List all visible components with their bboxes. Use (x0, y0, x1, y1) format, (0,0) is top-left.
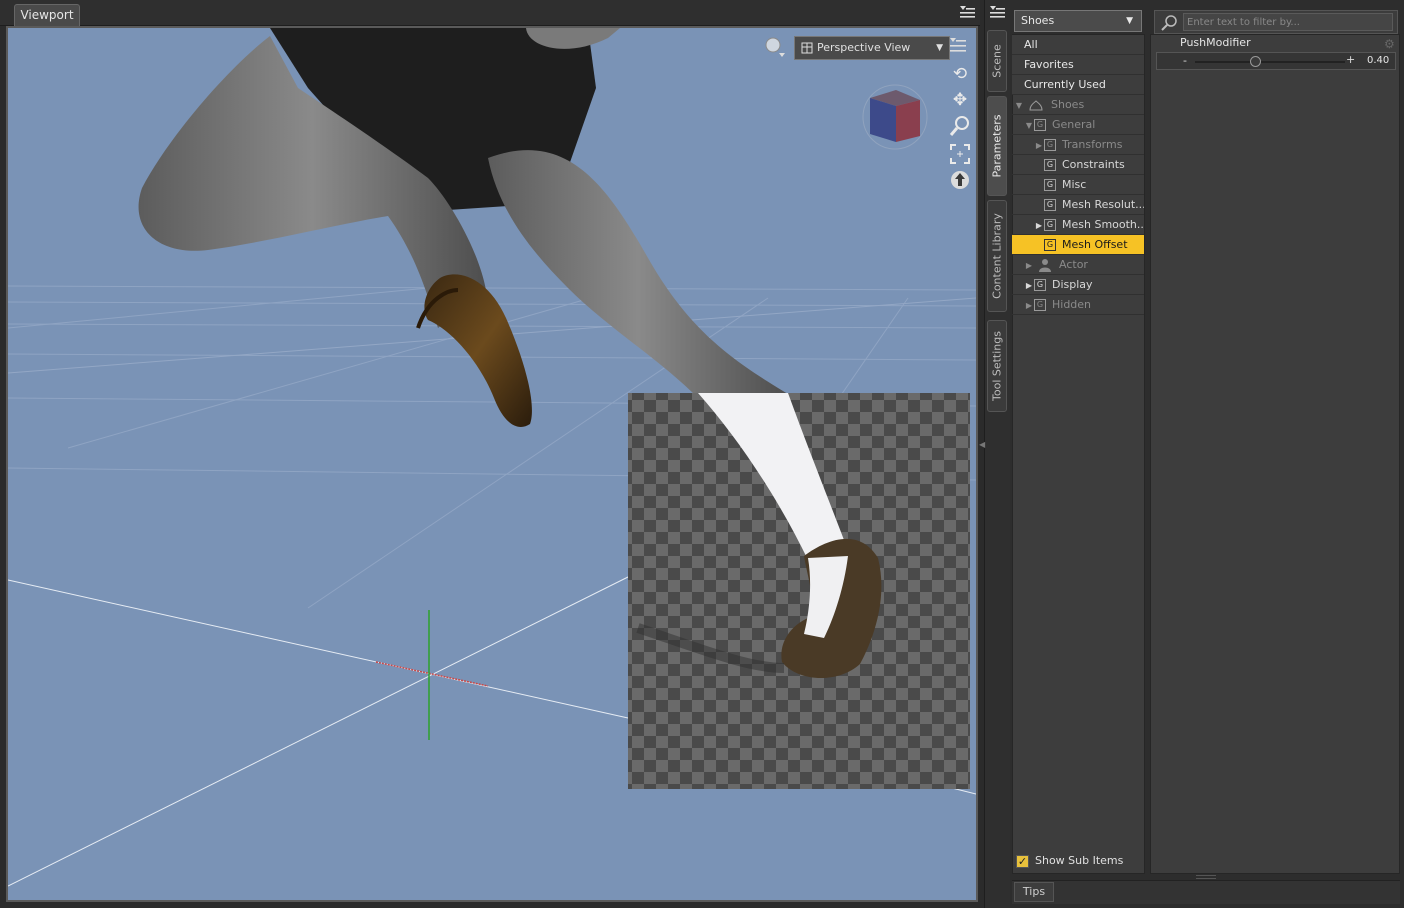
expand-arrow-icon[interactable]: ▶ (1024, 256, 1034, 274)
viewport-pane-menu-icon[interactable] (948, 36, 968, 54)
group-icon: G (1044, 219, 1056, 231)
expand-arrow-icon[interactable]: ▼ (1024, 116, 1034, 134)
tree-item-misc[interactable]: G Misc (1012, 175, 1144, 195)
group-icon: G (1044, 199, 1056, 211)
tab-tool-settings[interactable]: Tool Settings (987, 320, 1007, 412)
slider-decrement-button[interactable]: - (1183, 54, 1187, 67)
tree-item-label: Mesh Resolut... (1062, 198, 1144, 211)
3d-viewport[interactable]: Perspective View ▼ ⟲ ✥ (6, 26, 978, 902)
tree-item-label: Mesh Offset (1062, 238, 1128, 251)
tree-item-label: Favorites (1024, 58, 1074, 71)
tab-parameters-label: Parameters (990, 114, 1004, 178)
node-selector-dropdown[interactable]: Shoes ▼ (1014, 10, 1142, 32)
tree-item-mesh-offset[interactable]: G Mesh Offset (1012, 235, 1144, 255)
property-name: PushModifier (1180, 36, 1251, 49)
tips-tab[interactable]: Tips (1014, 882, 1054, 902)
node-selector-label: Shoes (1021, 14, 1055, 27)
tree-item-label: Actor (1059, 258, 1088, 271)
tab-content-library-label: Content Library (990, 213, 1004, 299)
actor-icon (1038, 259, 1051, 272)
group-icon: G (1044, 139, 1056, 151)
viewport-options-menu-icon[interactable] (958, 4, 976, 20)
tree-item-transforms[interactable]: ▶ G Transforms (1012, 135, 1144, 155)
group-icon: G (1034, 279, 1046, 291)
expand-arrow-icon[interactable]: ▶ (1024, 296, 1034, 314)
tree-item-all[interactable]: All (1012, 35, 1144, 55)
viewport-tab-bar (0, 0, 980, 26)
slider-increment-button[interactable]: + (1346, 53, 1355, 66)
group-icon: G (1034, 299, 1046, 311)
filter-input[interactable] (1183, 13, 1393, 31)
pane-resize-handle[interactable] (1196, 875, 1216, 879)
tree-item-general[interactable]: ▼ G General (1012, 115, 1144, 135)
search-icon[interactable] (1160, 14, 1180, 32)
property-list (1150, 34, 1400, 874)
tree-item-actor[interactable]: ▶ Actor (1012, 255, 1144, 275)
group-icon: G (1044, 239, 1056, 251)
expand-arrow-icon[interactable]: ▶ (1034, 136, 1044, 154)
expand-arrow-icon[interactable]: ▶ (1024, 276, 1034, 294)
checkbox-checked-icon[interactable]: ✓ (1016, 854, 1029, 868)
pushmodifier-slider[interactable]: - + 0.40 (1156, 52, 1396, 70)
filter-bar (1154, 10, 1398, 34)
viewport-tab[interactable]: Viewport (14, 4, 80, 26)
reset-icon[interactable] (948, 168, 972, 192)
tree-item-currently-used[interactable]: Currently Used (1012, 75, 1144, 95)
tree-item-constraints[interactable]: G Constraints (1012, 155, 1144, 175)
tree-item-label: Hidden (1052, 298, 1092, 311)
expand-arrow-icon[interactable]: ▼ (1014, 96, 1024, 114)
tab-parameters[interactable]: Parameters (987, 96, 1007, 196)
tab-tool-settings-label: Tool Settings (990, 331, 1004, 401)
pan-icon[interactable]: ✥ (948, 88, 972, 112)
chevron-down-icon: ▼ (936, 43, 943, 53)
3d-scene[interactable] (8, 28, 976, 900)
tree-item-label: General (1052, 118, 1096, 131)
view-selector-dropdown[interactable]: Perspective View ▼ (794, 36, 950, 60)
tab-scene[interactable]: Scene (987, 30, 1007, 92)
pane-options-menu-icon[interactable] (988, 4, 1006, 20)
tree-item-shoes[interactable]: ▼ Shoes (1012, 95, 1144, 115)
tree-item-mesh-smoothing[interactable]: ▶ G Mesh Smooth... (1012, 215, 1144, 235)
show-sub-items-toggle[interactable]: ✓ Show Sub Items (1016, 852, 1123, 870)
group-icon: G (1044, 159, 1056, 171)
tips-bar (1012, 880, 1400, 904)
frame-icon[interactable] (948, 142, 972, 166)
slider-value[interactable]: 0.40 (1367, 55, 1389, 66)
zoom-icon[interactable] (948, 114, 972, 138)
orbit-icon[interactable]: ⟲ (948, 62, 972, 86)
tree-item-label: Mesh Smooth... (1062, 218, 1144, 231)
render-preview (628, 393, 970, 789)
group-icon: G (1034, 119, 1046, 131)
tree-item-label: Misc (1062, 178, 1087, 191)
figure-model (138, 28, 788, 427)
figure-node-icon (1028, 100, 1043, 111)
grid-view-icon (801, 42, 813, 54)
tree-item-hidden[interactable]: ▶ G Hidden (1012, 295, 1144, 315)
tree-item-label: Constraints (1062, 158, 1125, 171)
view-cube[interactable] (860, 82, 930, 152)
tree-item-label: All (1024, 38, 1038, 51)
chevron-down-icon: ▼ (1126, 16, 1133, 26)
tab-scene-label: Scene (990, 44, 1004, 78)
tree-item-favorites[interactable]: Favorites (1012, 55, 1144, 75)
tree-item-display[interactable]: ▶ G Display (1012, 275, 1144, 295)
tree-item-mesh-resolution[interactable]: G Mesh Resolut... (1012, 195, 1144, 215)
tree-item-label: Currently Used (1024, 78, 1106, 91)
expand-arrow-icon[interactable]: ▶ (1034, 216, 1044, 234)
tree-item-label: Transforms (1062, 138, 1123, 151)
tree-item-label: Display (1052, 278, 1093, 291)
tab-content-library[interactable]: Content Library (987, 200, 1007, 312)
show-sub-items-label: Show Sub Items (1035, 854, 1124, 867)
slider-knob[interactable] (1250, 56, 1261, 67)
property-settings-gear-icon[interactable]: ⚙ (1384, 37, 1398, 51)
view-selector-label: Perspective View (817, 41, 911, 54)
group-icon: G (1044, 179, 1056, 191)
slider-track[interactable] (1195, 61, 1345, 63)
tree-item-label: Shoes (1051, 98, 1085, 111)
collapse-handle-icon[interactable]: ◀ (979, 440, 985, 464)
render-style-icon[interactable] (764, 36, 786, 58)
